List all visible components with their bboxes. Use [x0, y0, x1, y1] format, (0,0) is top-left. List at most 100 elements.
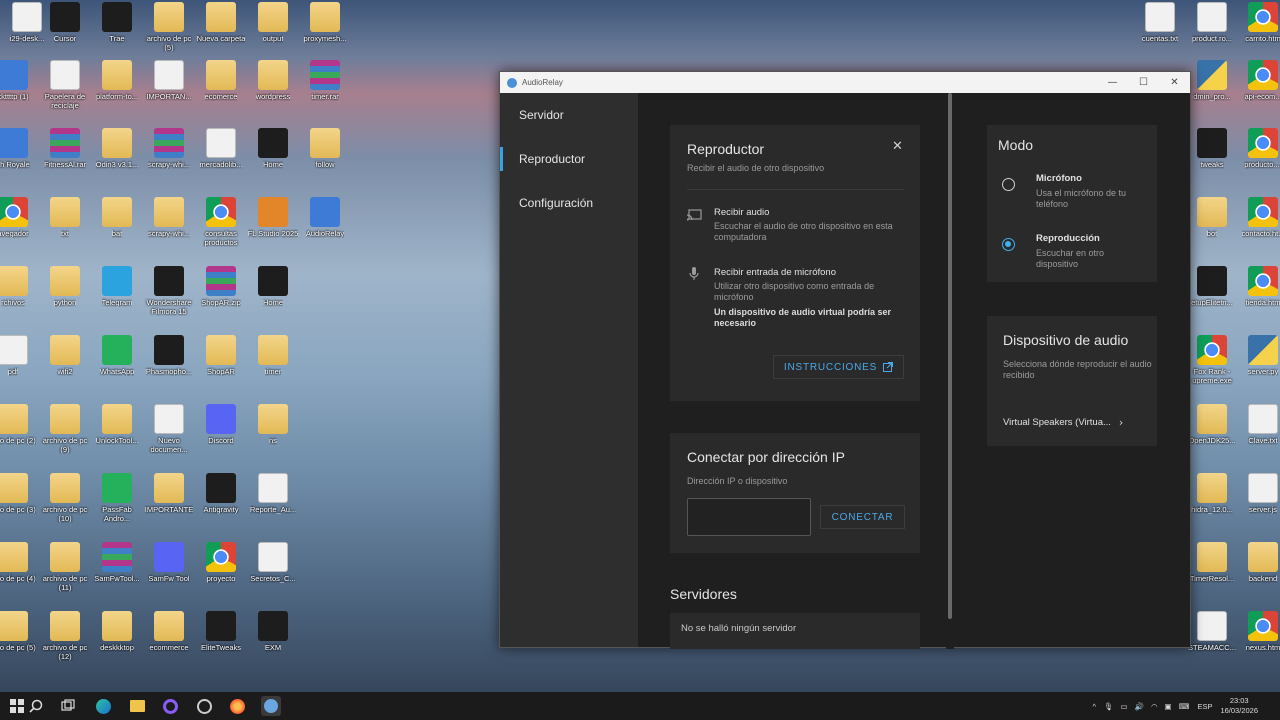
desktop-icon[interactable]: mercadolib... [194, 128, 248, 169]
desktop-icon[interactable]: scrapy-whi... [142, 128, 196, 169]
desktop-icon[interactable]: timer [246, 335, 300, 376]
clock[interactable]: 23:03 16/03/2026 [1220, 696, 1258, 716]
desktop-icon[interactable]: FL Studio 2025 [246, 197, 300, 238]
desktop-icon[interactable]: backend [1236, 542, 1280, 583]
desktop-icon[interactable]: consultas productos [194, 197, 248, 247]
desktop-icon[interactable]: FitnessAl.rar [38, 128, 92, 169]
minimize-button[interactable]: — [1097, 72, 1128, 93]
desktop-icon[interactable]: IMPORTAN... [142, 60, 196, 101]
edge-icon[interactable] [93, 696, 113, 716]
nav-item-reproductor[interactable]: Reproductor [500, 137, 638, 181]
close-card-icon[interactable]: ✕ [892, 139, 903, 154]
volume-icon[interactable]: 🔊 [1135, 702, 1144, 711]
desktop-icon[interactable]: Antigravity [194, 473, 248, 514]
wifi-icon[interactable]: ◠ [1151, 702, 1158, 711]
task-view-icon[interactable] [58, 696, 78, 716]
desktop-icon[interactable]: SamFwTool... [90, 542, 144, 583]
receive-mic-option[interactable]: Recibir entrada de micrófono Utilizar ot… [687, 267, 907, 333]
browser-icon[interactable] [160, 696, 180, 716]
ip-address-input[interactable] [687, 498, 811, 536]
desktop-icon[interactable]: timer.rar [298, 60, 352, 101]
desktop-icon[interactable]: Trae [90, 2, 144, 43]
desktop-icon[interactable]: rchivos [0, 266, 40, 307]
desktop-icon[interactable]: carrito.htm [1236, 2, 1280, 43]
desktop-icon[interactable]: Clave.txt [1236, 404, 1280, 445]
mode-option-microfono[interactable]: Micrófono Usa el micrófono de tu teléfon… [987, 171, 1157, 211]
desktop-icon[interactable]: bot [1185, 197, 1239, 238]
desktop-icon[interactable]: sh Royale [0, 128, 40, 169]
audio-device-selector[interactable]: Virtual Speakers (Virtua... › [1003, 414, 1143, 430]
desktop-icon[interactable]: Cursor [38, 2, 92, 43]
desktop-icon[interactable]: hivo de pc (3) [0, 473, 40, 514]
desktop-icon[interactable]: contacto.ht... [1236, 197, 1280, 238]
desktop-icon[interactable]: platform-to... [90, 60, 144, 101]
desktop-icon[interactable]: Phasmopho... [142, 335, 196, 376]
desktop-icon[interactable]: archivo de pc (5) [142, 2, 196, 52]
desktop-icon[interactable]: Wondershare Filmora 15 [142, 266, 196, 316]
desktop-icon[interactable]: dmin_pro... [1185, 60, 1239, 101]
desktop-icon[interactable]: ecommerce [142, 611, 196, 652]
desktop-icon[interactable]: wifi2 [38, 335, 92, 376]
desktop-icon[interactable]: EliteTweaks [194, 611, 248, 652]
desktop-icon[interactable]: deskkktop [90, 611, 144, 652]
maximize-button[interactable]: ☐ [1128, 72, 1159, 93]
desktop-icon[interactable]: api-ecom... [1236, 60, 1280, 101]
connect-button[interactable]: CONECTAR [820, 505, 905, 529]
search-icon[interactable] [26, 696, 46, 716]
desktop-icon[interactable]: archivo de pc (10) [38, 473, 92, 523]
desktop-icon[interactable]: PassFab Andro... [90, 473, 144, 523]
desktop-icon[interactable]: ns [246, 404, 300, 445]
receive-audio-option[interactable]: Recibir audio Escuchar el audio de otro … [687, 207, 907, 247]
desktop-icon[interactable]: hivo de pc (2) [0, 404, 40, 445]
desktop-icon[interactable]: proxymesh... [298, 2, 352, 43]
audiorelay-taskbar-icon[interactable] [261, 696, 281, 716]
desktop-icon[interactable]: EXM [246, 611, 300, 652]
microphone-tray-icon[interactable]: 🎙 [1104, 702, 1114, 711]
desktop-icon[interactable]: AudioRelay [298, 197, 352, 238]
desktop-icon[interactable]: wordpress [246, 60, 300, 101]
nav-item-servidor[interactable]: Servidor [500, 93, 638, 137]
desktop-icon[interactable]: STEAMACC... [1185, 611, 1239, 652]
title-bar[interactable]: AudioRelay — ☐ ✕ [500, 72, 1190, 93]
desktop-icon[interactable]: Discord [194, 404, 248, 445]
desktop-icon[interactable]: pdf [0, 335, 40, 376]
desktop-icon[interactable]: Reporte_Au... [246, 473, 300, 514]
desktop-icon[interactable]: kkttttp (1) [0, 60, 40, 101]
desktop-icon[interactable]: WhatsApp [90, 335, 144, 376]
desktop-icon[interactable]: IMPORTANTE [142, 473, 196, 514]
desktop-icon[interactable]: TimerResol... [1185, 542, 1239, 583]
desktop-icon[interactable]: hivo de pc (4) [0, 542, 40, 583]
desktop-icon[interactable]: OpenJDK25... [1185, 404, 1239, 445]
display-icon[interactable]: ▣ [1165, 702, 1172, 711]
desktop-icon[interactable]: Fox Rank - upreme.exe [1185, 335, 1239, 385]
desktop-icon[interactable]: tweaks [1185, 128, 1239, 169]
desktop-icon[interactable]: bat [90, 197, 144, 238]
desktop-icon[interactable]: nexus.htm [1236, 611, 1280, 652]
desktop-icon[interactable]: Telegram [90, 266, 144, 307]
language-indicator[interactable]: ESP [1197, 702, 1212, 711]
desktop-icon[interactable]: cuentas.txt [1133, 2, 1187, 43]
desktop-icon[interactable]: product.ro... [1185, 2, 1239, 43]
desktop-icon[interactable]: txt [38, 197, 92, 238]
desktop-icon[interactable]: output [246, 2, 300, 43]
desktop-icon[interactable]: server.py [1236, 335, 1280, 376]
desktop-icon[interactable]: Papelera de reciclaje [38, 60, 92, 110]
desktop-icon[interactable]: hivo de pc (5) [0, 611, 40, 652]
windows-start-icon[interactable] [7, 696, 27, 716]
desktop-icon[interactable]: archivo de pc (11) [38, 542, 92, 592]
close-window-button[interactable]: ✕ [1159, 72, 1190, 93]
desktop-icon[interactable]: Nuevo documen... [142, 404, 196, 454]
desktop-icon[interactable]: hidra_12.0... [1185, 473, 1239, 514]
file-explorer-icon[interactable] [127, 696, 147, 716]
desktop-icon[interactable]: Nueva carpeta [194, 2, 248, 43]
scrollbar-thumb[interactable] [948, 93, 952, 619]
instructions-button[interactable]: INSTRUCCIONES [773, 355, 904, 379]
desktop-icon[interactable]: archivo de pc (9) [38, 404, 92, 454]
microfono-radio[interactable] [1002, 178, 1015, 191]
desktop-icon[interactable]: Home [246, 128, 300, 169]
chrome-taskbar-icon[interactable] [194, 696, 214, 716]
desktop-icon[interactable]: Secretos_C... [246, 542, 300, 583]
desktop-icon[interactable]: UnlockTool... [90, 404, 144, 445]
nav-item-configuracion[interactable]: Configuración [500, 181, 638, 225]
desktop-icon[interactable]: follow [298, 128, 352, 169]
